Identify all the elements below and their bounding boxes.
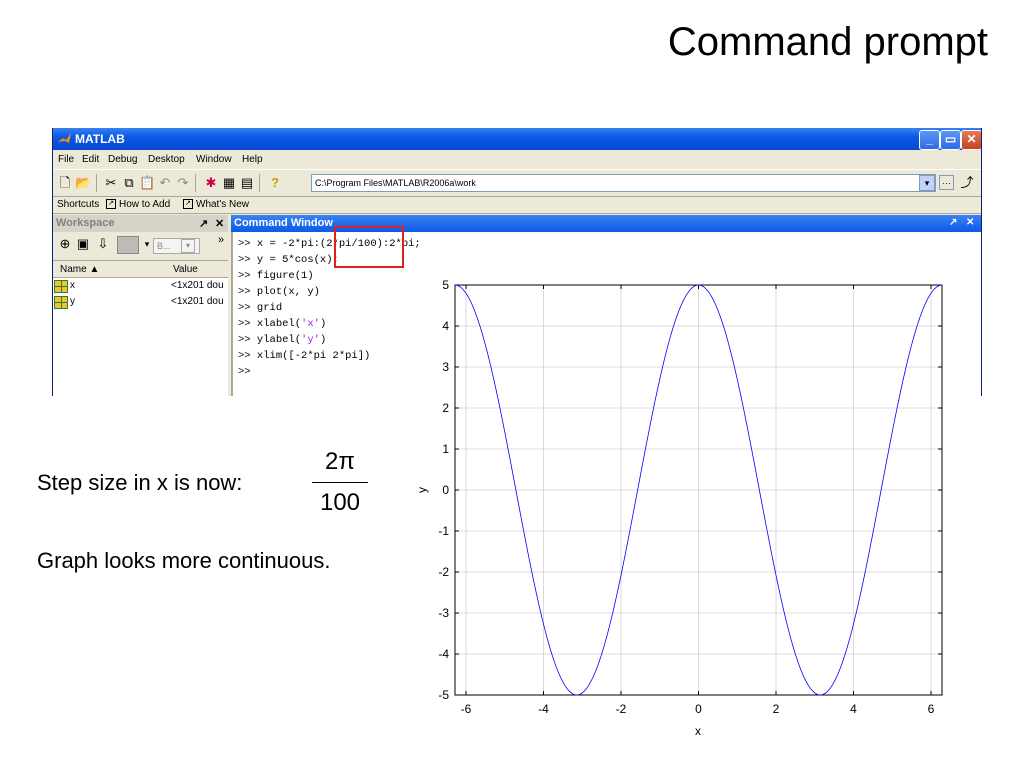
fraction-denominator: 100 [319,489,361,516]
x-tick-label: 4 [850,702,857,716]
x-tick-label: 2 [773,702,780,716]
x-tick-label: -2 [616,702,627,716]
y-tick-label: -4 [438,647,449,661]
x-tick-label: 6 [928,702,935,716]
figure-background [412,270,978,750]
y-tick-label: 5 [442,278,449,292]
y-tick-label: 2 [442,401,449,415]
step-size-caption: Step size in x is now: [37,470,243,495]
y-tick-label: 4 [442,319,449,333]
y-axis-label: y [415,487,429,493]
y-tick-label: -5 [438,688,449,702]
y-tick-label: 0 [442,483,449,497]
y-tick-label: 1 [442,442,449,456]
step-fraction: 2π 100 [312,448,368,517]
x-axis-label: x [695,724,701,738]
x-tick-label: -4 [538,702,549,716]
y-tick-label: -3 [438,606,449,620]
continuous-caption: Graph looks more continuous. [37,548,331,573]
figure-plot: -6 -4 -2 0 2 4 6 -5 -4 -3 -2 -1 0 1 2 3 4 5 x y [412,270,978,750]
y-tick-label: 3 [442,360,449,374]
y-tick-label: -2 [438,565,449,579]
fraction-bar [312,482,368,483]
y-tick-label: -1 [438,524,449,538]
x-tick-label: -6 [461,702,472,716]
fraction-numerator: 2π [325,448,355,475]
x-tick-label: 0 [695,702,702,716]
